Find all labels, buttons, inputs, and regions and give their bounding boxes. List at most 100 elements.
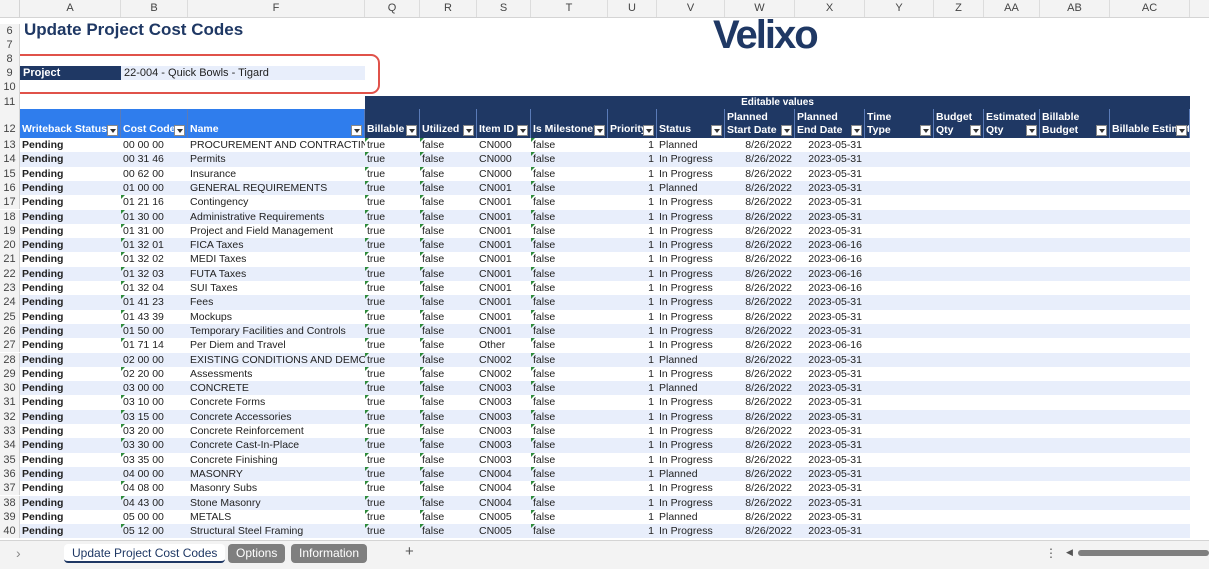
cell-name[interactable]: MASONRY [188,467,365,481]
cell-billable[interactable]: true [365,323,420,338]
row-header[interactable]: 6 [0,24,20,38]
cell-item-id[interactable]: CN004 [477,467,531,481]
column-filter-header[interactable]: Status [657,109,725,138]
cell-name[interactable]: Project and Field Management [188,224,365,238]
cell-writeback-status[interactable]: Pending [20,424,121,438]
cell-writeback-status[interactable]: Pending [20,467,121,481]
row-header[interactable]: 25 [0,309,20,324]
cell-item-id[interactable]: CN004 [477,496,531,510]
cell-empty[interactable] [984,167,1040,181]
cell-planned-start-date[interactable]: 8/26/2022 [725,281,795,295]
cell-writeback-status[interactable]: Pending [20,167,121,181]
cell-planned-end-date[interactable]: 2023-06-16 [795,238,865,252]
cell-item-id[interactable]: Other [477,338,531,352]
cell-priority[interactable]: 1 [608,410,657,424]
cell-status[interactable]: In Progress [657,438,725,452]
column-header-b[interactable]: B [121,0,188,17]
cell-empty[interactable] [865,496,934,510]
cell-planned-start-date[interactable]: 8/26/2022 [725,381,795,395]
cell-priority[interactable]: 1 [608,381,657,395]
cell-empty[interactable] [1110,167,1190,181]
filter-dropdown-icon[interactable] [851,125,862,136]
cell-empty[interactable] [1110,467,1190,481]
cell-utilized[interactable]: false [420,509,477,524]
column-filter-header[interactable]: Writeback Status [20,109,121,138]
cell-item-id[interactable]: CN000 [477,152,531,166]
more-options-icon[interactable]: ⋮ [1045,546,1057,560]
cell-status[interactable]: In Progress [657,195,725,209]
row-header[interactable]: 13 [0,138,20,153]
cell-empty[interactable] [1110,496,1190,510]
cell-empty[interactable] [1040,424,1110,438]
cell-status[interactable]: Planned [657,381,725,395]
column-header-t[interactable]: T [531,0,608,17]
cell-name[interactable]: FUTA Taxes [188,267,365,281]
cell-priority[interactable]: 1 [608,281,657,295]
cell-empty[interactable] [1110,381,1190,395]
cell-priority[interactable]: 1 [608,338,657,352]
cell-priority[interactable]: 1 [608,424,657,438]
cell-item-id[interactable]: CN003 [477,395,531,409]
row-header[interactable]: 29 [0,366,20,382]
cell-planned-start-date[interactable]: 8/26/2022 [725,138,795,152]
cell-planned-start-date[interactable]: 8/26/2022 [725,224,795,238]
cell-empty[interactable] [984,224,1040,238]
row-header[interactable]: 26 [0,323,20,339]
cell-empty[interactable] [865,438,934,452]
cell-billable[interactable]: true [365,238,420,252]
cell-billable[interactable]: true [365,138,420,152]
cell-billable[interactable]: true [365,195,420,209]
cell-is-milestone[interactable]: false [531,452,608,467]
row-header[interactable]: 21 [0,252,20,267]
cell-cost-code[interactable]: 04 00 00 [121,467,188,481]
row-header[interactable]: 35 [0,452,20,467]
cell-billable[interactable]: true [365,266,420,281]
cell-empty[interactable] [934,252,984,266]
cell-empty[interactable] [1040,152,1110,166]
cell-empty[interactable] [1040,195,1110,209]
cell-item-id[interactable]: CN001 [477,252,531,266]
row-header[interactable]: 37 [0,481,20,496]
cell-writeback-status[interactable]: Pending [20,410,121,424]
cell-writeback-status[interactable]: Pending [20,252,121,266]
cell-empty[interactable] [984,467,1040,481]
scroll-left-icon[interactable]: ◀ [1066,547,1073,558]
filter-dropdown-icon[interactable] [517,125,528,136]
cell-empty[interactable] [1110,238,1190,252]
cell-cost-code[interactable]: 01 32 04 [121,281,188,295]
cell-utilized[interactable]: false [420,481,477,495]
cell-name[interactable]: Concrete Forms [188,395,365,409]
cell-priority[interactable]: 1 [608,181,657,195]
cell-utilized[interactable]: false [420,381,477,395]
filter-dropdown-icon[interactable] [174,125,185,136]
cell-empty[interactable] [1040,410,1110,424]
row-header[interactable]: 11 [0,95,20,109]
cell-empty[interactable] [865,281,934,295]
cell-planned-end-date[interactable]: 2023-05-31 [795,167,865,181]
cell-writeback-status[interactable]: Pending [20,524,121,538]
cell-item-id[interactable]: CN003 [477,453,531,467]
cell-empty[interactable] [934,424,984,438]
cell-writeback-status[interactable]: Pending [20,395,121,409]
cell-priority[interactable]: 1 [608,395,657,409]
cell-item-id[interactable]: CN001 [477,324,531,338]
column-header-z[interactable]: Z [934,0,984,17]
cell-status[interactable]: In Progress [657,295,725,309]
cell-empty[interactable] [1040,224,1110,238]
filter-dropdown-icon[interactable] [643,125,654,136]
cell-empty[interactable] [934,438,984,452]
cell-billable[interactable]: true [365,352,420,367]
cell-is-milestone[interactable]: false [531,252,608,266]
cell-writeback-status[interactable]: Pending [20,295,121,309]
column-filter-header[interactable]: Billable [365,109,420,138]
cell-writeback-status[interactable]: Pending [20,210,121,224]
cell-empty[interactable] [1110,195,1190,209]
tab-options[interactable]: Options [228,544,286,563]
cell-empty[interactable] [1110,510,1190,524]
cell-planned-start-date[interactable]: 8/26/2022 [725,338,795,352]
cell-utilized[interactable]: false [420,195,477,209]
cell-status[interactable]: In Progress [657,453,725,467]
cell-name[interactable]: FICA Taxes [188,238,365,252]
tab-update-project-cost-codes[interactable]: Update Project Cost Codes [64,544,226,563]
cell-cost-code[interactable]: 01 41 23 [121,295,188,309]
